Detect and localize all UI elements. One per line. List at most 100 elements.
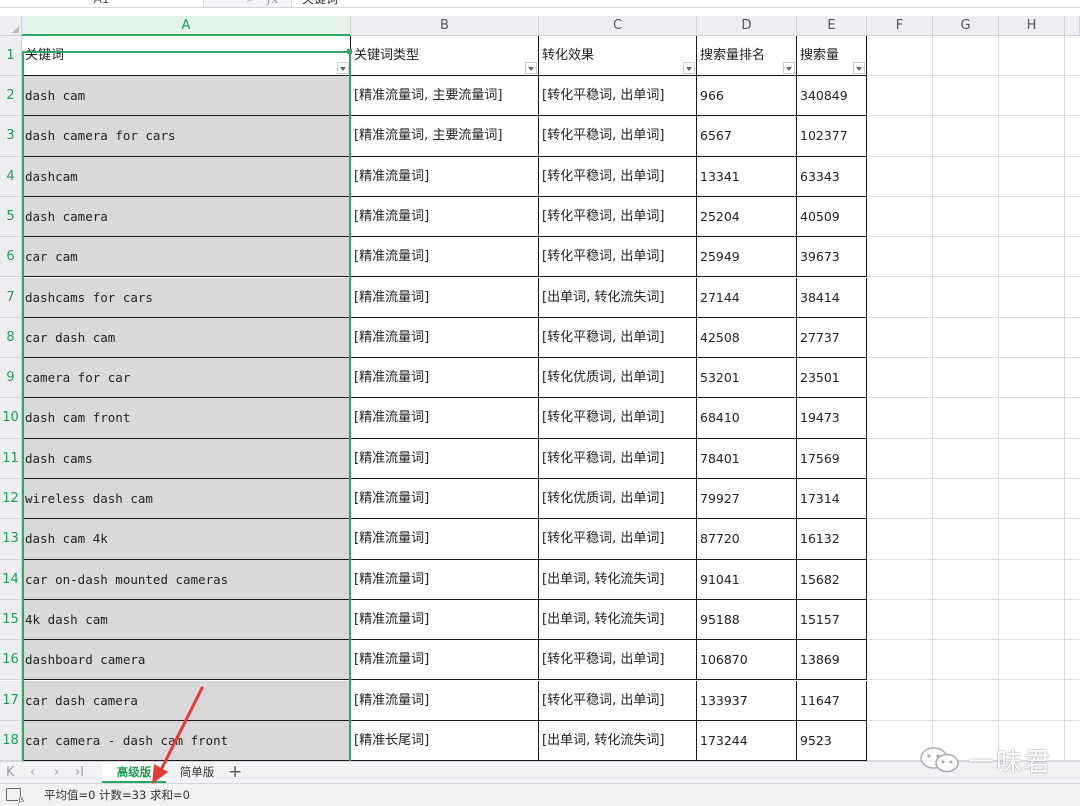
row-header[interactable]: 14 <box>0 559 22 600</box>
keyword-type-cell[interactable]: [精准流量词] <box>351 680 539 721</box>
column-header-i[interactable] <box>1065 16 1080 36</box>
macro-icon[interactable] <box>6 788 25 804</box>
search-rank-cell[interactable]: 173244 <box>697 720 797 761</box>
fx-icon[interactable]: fx <box>267 0 278 6</box>
conversion-cell[interactable]: [出单词, 转化流失词] <box>539 277 697 318</box>
keyword-type-cell[interactable]: [精准流量词] <box>351 358 539 399</box>
row-header[interactable]: 2 <box>0 76 22 117</box>
conversion-cell[interactable]: [转化平稳词, 出单词] <box>539 640 697 681</box>
keyword-type-cell[interactable]: [精准长尾词] <box>351 720 539 761</box>
fill-handle[interactable] <box>347 49 352 54</box>
search-volume-cell[interactable]: 16132 <box>797 519 867 560</box>
conversion-cell[interactable]: [转化平稳词, 出单词] <box>539 519 697 560</box>
search-rank-cell[interactable]: 87720 <box>697 519 797 560</box>
header-cell-conversion[interactable]: 转化效果 <box>539 36 697 76</box>
conversion-cell[interactable]: [转化平稳词, 出单词] <box>539 156 697 197</box>
keyword-cell[interactable]: dash cam front <box>22 398 351 439</box>
conversion-cell[interactable]: [转化优质词, 出单词] <box>539 479 697 520</box>
row-header[interactable]: 6 <box>0 237 22 278</box>
search-rank-cell[interactable]: 68410 <box>697 398 797 439</box>
search-rank-cell[interactable]: 13341 <box>697 156 797 197</box>
keyword-type-cell[interactable]: [精准流量词] <box>351 559 539 600</box>
prev-sheet-icon[interactable]: ‹ <box>30 764 35 782</box>
search-rank-cell[interactable]: 133937 <box>697 680 797 721</box>
conversion-cell[interactable]: [转化平稳词, 出单词] <box>539 116 697 157</box>
header-cell-keyword-type[interactable]: 关键词类型 <box>351 36 539 76</box>
row-header[interactable]: 4 <box>0 156 22 197</box>
conversion-cell[interactable]: [转化平稳词, 出单词] <box>539 398 697 439</box>
spreadsheet-grid[interactable]: A B C D E F G H 1 关键词 关键词类型 转化效果 搜索量排名 搜索量 2 da… <box>0 16 1080 761</box>
keyword-type-cell[interactable]: [精准流量词] <box>351 277 539 318</box>
row-header[interactable]: 12 <box>0 479 22 520</box>
filter-dropdown-icon[interactable] <box>337 62 349 74</box>
search-volume-cell[interactable]: 17314 <box>797 479 867 520</box>
keyword-type-cell[interactable]: [精准流量词] <box>351 640 539 681</box>
formula-input[interactable]: 关键词 <box>291 0 1080 7</box>
keyword-cell[interactable]: dashcams for cars <box>22 277 351 318</box>
conversion-cell[interactable]: [转化平稳词, 出单词] <box>539 76 697 117</box>
keyword-type-cell[interactable]: [精准流量词] <box>351 156 539 197</box>
search-volume-cell[interactable]: 19473 <box>797 398 867 439</box>
keyword-cell[interactable]: car on-dash mounted cameras <box>22 559 351 600</box>
keyword-cell[interactable]: dashcam <box>22 156 351 197</box>
keyword-type-cell[interactable]: [精准流量词] <box>351 317 539 359</box>
header-cell-search-volume[interactable]: 搜索量 <box>797 36 867 76</box>
row-header[interactable]: 18 <box>0 720 22 761</box>
conversion-cell[interactable]: [出单词, 转化流失词] <box>539 559 697 600</box>
search-rank-cell[interactable]: 6567 <box>697 116 797 157</box>
search-volume-cell[interactable]: 27737 <box>797 317 867 359</box>
search-volume-cell[interactable]: 15157 <box>797 599 867 641</box>
row-header-1[interactable]: 1 <box>0 36 22 76</box>
search-rank-cell[interactable]: 95188 <box>697 599 797 641</box>
keyword-cell[interactable]: dash cams <box>22 438 351 479</box>
conversion-cell[interactable]: [转化优质词, 出单词] <box>539 358 697 399</box>
column-header-h[interactable]: H <box>999 16 1065 36</box>
row-header[interactable]: 10 <box>0 398 22 439</box>
conversion-cell[interactable]: [转化平稳词, 出单词] <box>539 237 697 278</box>
keyword-cell[interactable]: camera for car <box>22 358 351 399</box>
row-header[interactable]: 5 <box>0 196 22 238</box>
search-rank-cell[interactable]: 27144 <box>697 277 797 318</box>
conversion-cell[interactable]: [出单词, 转化流失词] <box>539 599 697 641</box>
add-sheet-button[interactable]: + <box>228 762 242 783</box>
keyword-type-cell[interactable]: [精准流量词] <box>351 196 539 238</box>
keyword-type-cell[interactable]: [精准流量词] <box>351 237 539 278</box>
keyword-type-cell[interactable]: [精准流量词] <box>351 398 539 439</box>
search-volume-cell[interactable]: 23501 <box>797 358 867 399</box>
keyword-cell[interactable]: car dash cam <box>22 317 351 359</box>
row-header[interactable]: 15 <box>0 599 22 641</box>
filter-dropdown-icon[interactable] <box>853 62 865 74</box>
header-cell-keyword[interactable]: 关键词 <box>22 36 351 76</box>
keyword-type-cell[interactable]: [精准流量词] <box>351 519 539 560</box>
search-volume-cell[interactable]: 340849 <box>797 76 867 117</box>
header-cell-search-rank[interactable]: 搜索量排名 <box>697 36 797 76</box>
row-header[interactable]: 8 <box>0 317 22 359</box>
keyword-type-cell[interactable]: [精准流量词, 主要流量词] <box>351 116 539 157</box>
keyword-type-cell[interactable]: [精准流量词] <box>351 599 539 641</box>
keyword-cell[interactable]: dash camera <box>22 196 351 238</box>
keyword-cell[interactable]: car cam <box>22 237 351 278</box>
column-header-c[interactable]: C <box>539 16 697 36</box>
keyword-cell[interactable]: 4k dash cam <box>22 599 351 641</box>
keyword-type-cell[interactable]: [精准流量词] <box>351 438 539 479</box>
conversion-cell[interactable]: [出单词, 转化流失词] <box>539 720 697 761</box>
search-volume-cell[interactable]: 15682 <box>797 559 867 600</box>
first-sheet-icon[interactable]: K <box>6 764 15 782</box>
conversion-cell[interactable]: [转化平稳词, 出单词] <box>539 317 697 359</box>
keyword-type-cell[interactable]: [精准流量词] <box>351 479 539 520</box>
filter-dropdown-icon[interactable] <box>783 62 795 74</box>
select-all-button[interactable] <box>0 16 22 36</box>
zoom-icon[interactable]: ⌕ <box>247 0 261 6</box>
search-rank-cell[interactable]: 53201 <box>697 358 797 399</box>
search-volume-cell[interactable]: 39673 <box>797 237 867 278</box>
next-sheet-icon[interactable]: › <box>54 764 59 782</box>
conversion-cell[interactable]: [转化平稳词, 出单词] <box>539 438 697 479</box>
keyword-cell[interactable]: dash cam 4k <box>22 519 351 560</box>
row-header[interactable]: 7 <box>0 277 22 318</box>
column-header-e[interactable]: E <box>797 16 867 36</box>
column-header-g[interactable]: G <box>933 16 999 36</box>
search-volume-cell[interactable]: 102377 <box>797 116 867 157</box>
search-volume-cell[interactable]: 9523 <box>797 720 867 761</box>
keyword-cell[interactable]: dash cam <box>22 76 351 117</box>
row-header[interactable]: 13 <box>0 519 22 560</box>
